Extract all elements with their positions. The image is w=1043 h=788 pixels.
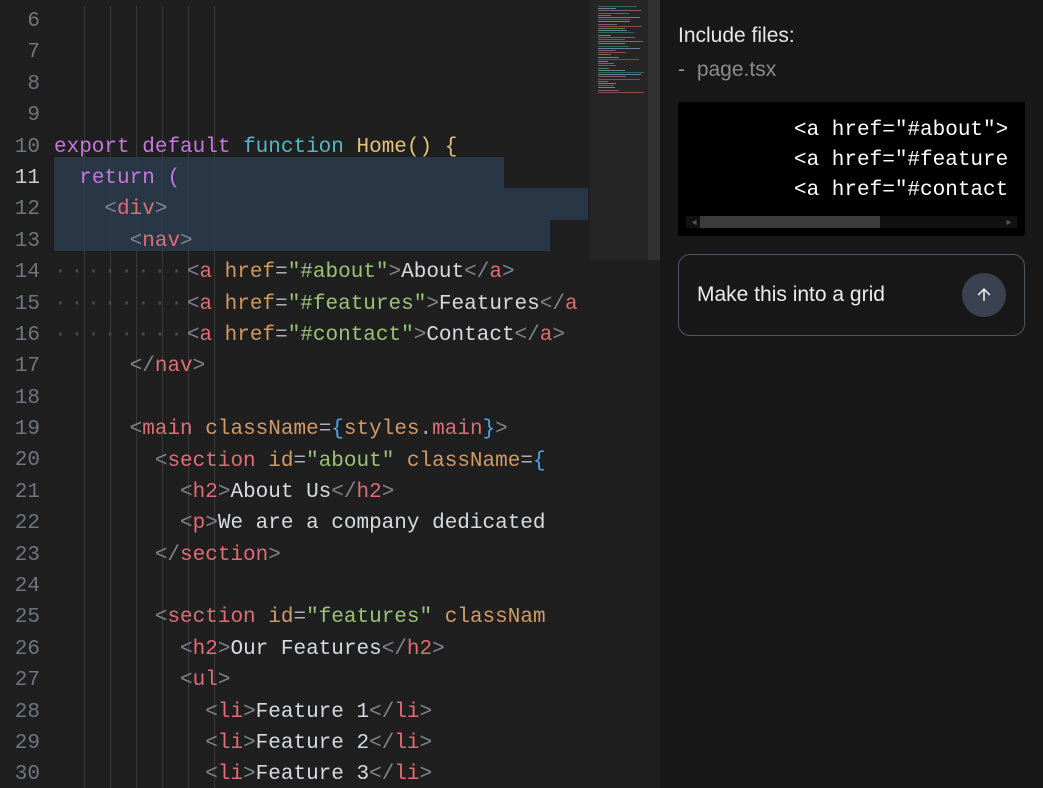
line-number: 20	[0, 445, 40, 476]
line-number: 29	[0, 728, 40, 759]
code-editor[interactable]: 6789101112131415161718192021222324252627…	[0, 0, 660, 788]
code-line[interactable]	[54, 383, 660, 414]
line-number: 15	[0, 289, 40, 320]
snippet-scrollbar[interactable]: ◂ ▸	[686, 216, 1017, 228]
include-files-label: Include files:	[678, 24, 1025, 48]
code-line[interactable]: <li>Feature 1</li>	[54, 697, 660, 728]
line-number: 16	[0, 320, 40, 351]
line-number: 18	[0, 383, 40, 414]
line-number: 27	[0, 665, 40, 696]
scroll-right-icon[interactable]: ▸	[1003, 216, 1015, 228]
line-number: 8	[0, 69, 40, 100]
context-snippet-code: <a href="#about"> <a href="#feature <a h…	[678, 116, 1025, 206]
code-line[interactable]: <p>We are a company dedicated	[54, 508, 660, 539]
minimap-scrollbar[interactable]	[648, 0, 660, 260]
line-number: 12	[0, 194, 40, 225]
line-number: 7	[0, 37, 40, 68]
context-snippet: <a href="#about"> <a href="#feature <a h…	[678, 102, 1025, 236]
prompt-input[interactable]: Make this into a grid	[697, 283, 885, 307]
line-number: 6	[0, 6, 40, 37]
code-line[interactable]: </section>	[54, 540, 660, 571]
line-number: 25	[0, 602, 40, 633]
code-line[interactable]: <ul>	[54, 665, 660, 696]
code-line[interactable]: <h2>Our Features</h2>	[54, 634, 660, 665]
line-number: 24	[0, 571, 40, 602]
send-button[interactable]	[962, 273, 1006, 317]
line-number: 21	[0, 477, 40, 508]
code-line[interactable]: <main className={styles.main}>	[54, 414, 660, 445]
line-number: 9	[0, 100, 40, 131]
line-number: 14	[0, 257, 40, 288]
arrow-up-icon	[974, 285, 994, 305]
line-number: 23	[0, 540, 40, 571]
line-number: 26	[0, 634, 40, 665]
included-file[interactable]: - page.tsx	[678, 58, 1025, 82]
line-number: 28	[0, 697, 40, 728]
prompt-box[interactable]: Make this into a grid	[678, 254, 1025, 336]
code-line[interactable]: ········<a href="#features">Features</a	[54, 289, 660, 320]
code-line[interactable]	[54, 571, 660, 602]
assistant-panel: Include files: - page.tsx <a href="#abou…	[660, 0, 1043, 788]
line-number: 13	[0, 226, 40, 257]
line-number: 11	[0, 163, 40, 194]
code-line[interactable]: <section id="about" className={	[54, 446, 660, 477]
line-number: 19	[0, 414, 40, 445]
line-number-gutter: 6789101112131415161718192021222324252627…	[0, 0, 54, 788]
code-line[interactable]: <section id="features" classNam	[54, 602, 660, 633]
line-number: 10	[0, 132, 40, 163]
code-line[interactable]	[54, 100, 660, 131]
code-line[interactable]: ········<a href="#about">About</a>	[54, 257, 660, 288]
minimap[interactable]	[590, 0, 660, 788]
snippet-scroll-thumb[interactable]	[700, 216, 880, 228]
code-line[interactable]: <li>Feature 3</li>	[54, 759, 660, 788]
line-number: 17	[0, 351, 40, 382]
line-number: 22	[0, 508, 40, 539]
code-line[interactable]: ········<a href="#contact">Contact</a>	[54, 320, 660, 351]
code-line[interactable]: <h2>About Us</h2>	[54, 477, 660, 508]
line-number: 30	[0, 759, 40, 788]
code-line[interactable]: </nav>	[54, 351, 660, 382]
code-area[interactable]: export default function Home() { return …	[54, 0, 660, 788]
code-line[interactable]: <li>Feature 2</li>	[54, 728, 660, 759]
scroll-left-icon[interactable]: ◂	[688, 216, 700, 228]
code-line[interactable]: export default function Home() {	[54, 132, 660, 163]
